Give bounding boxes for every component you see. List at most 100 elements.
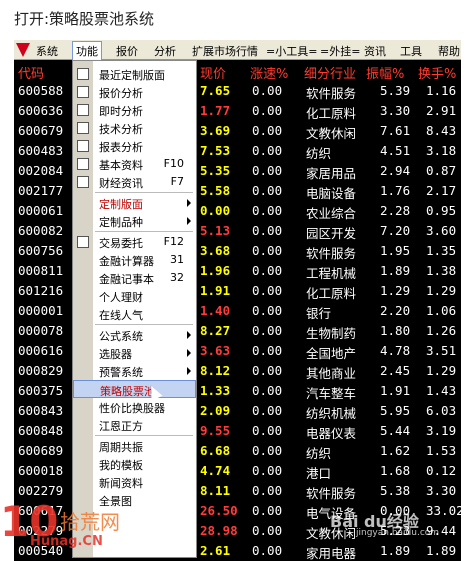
menu-item-15[interactable]: 选股器 — [73, 344, 196, 362]
stock-speed: 0.00 — [252, 363, 283, 378]
stock-speed: 0.00 — [252, 483, 283, 498]
col-amplitude[interactable]: 振幅% — [366, 63, 404, 82]
menu-item-shortcut: F12 — [163, 235, 184, 248]
menu-item-2[interactable]: 即时分析 — [73, 101, 196, 119]
stock-price: 6.68 — [200, 443, 231, 458]
menu-item-13[interactable]: 在线人气 — [73, 305, 196, 323]
menu-item-8[interactable]: 定制品种 — [73, 212, 196, 230]
menu-separator — [95, 435, 193, 436]
menu-item-21[interactable]: 我的模板 — [73, 455, 196, 473]
menu-item-20[interactable]: 周期共振 — [73, 437, 196, 455]
menu-item-10[interactable]: 金融计算器 31 — [73, 251, 196, 269]
menu-item-11[interactable]: 金融记事本 32 — [73, 269, 196, 287]
menu-small-tools[interactable]: =小工具= — [266, 43, 317, 59]
stock-amplitude: 2.28 — [380, 203, 411, 218]
stock-amplitude: 5.95 — [380, 403, 411, 418]
line-chart-icon — [77, 104, 89, 116]
stock-code: 000001 — [18, 303, 64, 318]
menu-analysis[interactable]: 分析 — [154, 43, 176, 59]
menu-item-3[interactable]: 技术分析 — [73, 119, 196, 137]
menu-item-shortcut: F10 — [163, 157, 184, 170]
f10-icon — [77, 158, 89, 170]
menu-separator — [95, 231, 193, 232]
menu-item-9[interactable]: 交易委托 F12 — [73, 233, 196, 251]
menu-item-shortcut: 31 — [170, 253, 184, 266]
menu-item-4[interactable]: 报表分析 — [73, 137, 196, 155]
menu-separator — [95, 192, 193, 193]
stock-price: 5.58 — [200, 183, 231, 198]
stock-turnover: 3.51 — [426, 343, 457, 358]
stock-turnover: 8.43 — [426, 123, 457, 138]
menu-item-label: 定制品种 — [99, 216, 143, 229]
menu-item-22[interactable]: 新闻资料 — [73, 473, 196, 491]
stock-turnover: 1.38 — [426, 263, 457, 278]
stock-speed: 0.00 — [252, 423, 283, 438]
menu-functions[interactable]: 功能 — [72, 41, 102, 61]
news-icon — [77, 176, 89, 188]
stock-price: 28.98 — [200, 523, 238, 538]
menu-item-14[interactable]: 公式系统 — [73, 326, 196, 344]
stock-turnover: 3.19 — [426, 423, 457, 438]
col-speed[interactable]: 涨速% — [250, 63, 288, 82]
stock-industry: 港口 — [306, 466, 332, 481]
stock-price: 8.27 — [200, 323, 231, 338]
menu-item-label: 基本资料 — [99, 159, 143, 172]
menu-item-17[interactable]: 策略股票池 — [73, 380, 196, 401]
menu-item-16[interactable]: 预警系统 — [73, 362, 196, 380]
stock-price: 7.65 — [200, 83, 231, 98]
menu-item-19[interactable]: 江恩正方 — [73, 416, 196, 434]
menu-item-5[interactable]: 基本资料 F10 — [73, 155, 196, 173]
stock-turnover: 6.03 — [426, 403, 457, 418]
stock-price: 3.69 — [200, 123, 231, 138]
stock-turnover: 3.60 — [426, 223, 457, 238]
menu-item-6[interactable]: 财经资讯 F7 — [73, 173, 196, 191]
stock-amplitude: 5.44 — [380, 423, 411, 438]
menu-item-18[interactable]: 性价比换股器 — [73, 398, 196, 416]
menu-item-1[interactable]: 报价分析 — [73, 83, 196, 101]
stock-industry: 园区开发 — [306, 226, 357, 241]
stock-turnover: 1.35 — [426, 243, 457, 258]
grid-icon — [77, 86, 89, 98]
stock-code: 000078 — [18, 323, 64, 338]
stock-industry: 软件服务 — [306, 86, 357, 101]
stock-amplitude: 5.39 — [380, 83, 411, 98]
stock-industry: 纺织 — [306, 446, 332, 461]
menu-item-label: 金融计算器 — [99, 255, 154, 268]
stock-price: 1.77 — [200, 103, 231, 118]
menu-item-label: 在线人气 — [99, 309, 143, 322]
stock-industry: 纺织 — [306, 146, 332, 161]
menu-item-12[interactable]: 个人理财 — [73, 287, 196, 305]
watermark-site-name: 拾荒网 — [60, 510, 120, 534]
menu-item-label: 新闻资料 — [99, 477, 143, 490]
menu-item-label: 技术分析 — [99, 123, 143, 136]
stock-code: 600843 — [18, 403, 64, 418]
stock-turnover: 2.17 — [426, 183, 457, 198]
stock-speed: 0.00 — [252, 183, 283, 198]
menubar: 系统 功能 报价 分析 扩展市场行情 =小工具= =外挂= 资讯 工具 帮助 — [14, 40, 461, 61]
menu-item-label: 金融记事本 — [99, 273, 154, 286]
stock-industry: 生物制药 — [306, 326, 357, 341]
col-code[interactable]: 代码 — [18, 63, 44, 82]
menu-quotes[interactable]: 报价 — [116, 43, 138, 59]
menu-news[interactable]: 资讯 — [364, 43, 386, 59]
menu-item-0[interactable]: 最近定制版面 — [73, 65, 196, 83]
stock-code: 000811 — [18, 263, 64, 278]
col-turnover[interactable]: 换手% — [418, 63, 456, 82]
menu-help[interactable]: 帮助 — [438, 43, 460, 59]
stock-speed: 0.00 — [252, 343, 283, 358]
col-industry[interactable]: 细分行业 — [304, 63, 356, 82]
stock-price: 1.40 — [200, 303, 231, 318]
col-price[interactable]: 现价 — [200, 63, 226, 82]
menu-plugins[interactable]: =外挂= — [320, 43, 360, 59]
menu-item-7[interactable]: 定制版面 — [73, 194, 196, 212]
menu-extended-market[interactable]: 扩展市场行情 — [192, 43, 258, 59]
stock-turnover: 3.30 — [426, 483, 457, 498]
stock-speed: 0.00 — [252, 143, 283, 158]
stock-amplitude: 1.95 — [380, 243, 411, 258]
stock-speed: 0.00 — [252, 243, 283, 258]
menu-tools[interactable]: 工具 — [400, 43, 422, 59]
stock-turnover: 1.26 — [426, 323, 457, 338]
stock-industry: 化工原料 — [306, 106, 357, 121]
stock-turnover: 3.18 — [426, 143, 457, 158]
menu-system[interactable]: 系统 — [36, 43, 58, 59]
